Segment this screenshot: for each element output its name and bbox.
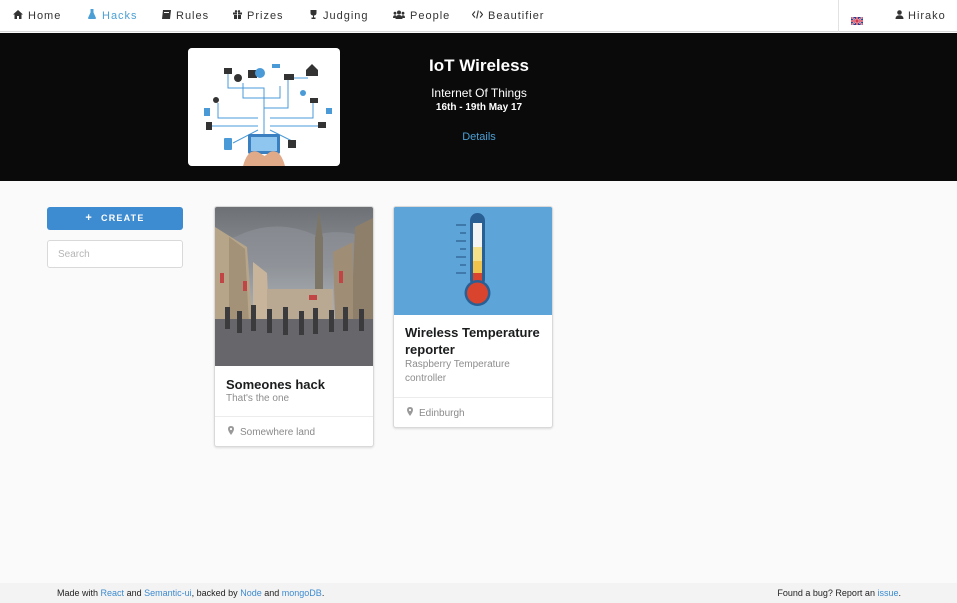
footer-text: and [126, 588, 142, 598]
nav-prizes-label: Prizes [247, 10, 284, 22]
nav-prizes[interactable]: Prizes [232, 0, 284, 32]
footer-text: and [264, 588, 280, 598]
footer-text: Made with [57, 588, 99, 598]
search-input[interactable] [47, 240, 183, 268]
hack-description: Raspberry Temperature controller [405, 359, 510, 384]
menu-divider [838, 0, 839, 32]
hack-location: Somewhere land [215, 416, 373, 446]
create-button[interactable]: + CREATE [47, 207, 183, 230]
trophy-icon [308, 0, 318, 32]
top-menu: Home Hacks Rules Prizes Judging People B… [0, 0, 957, 32]
nav-hacks[interactable]: Hacks [87, 0, 138, 32]
mongodb-link[interactable]: mongoDB [282, 588, 322, 598]
event-subtitle: Internet Of Things [431, 86, 527, 100]
nav-judging-label: Judging [323, 10, 369, 22]
nav-people[interactable]: People [393, 0, 450, 32]
hack-title[interactable]: Wireless Temperature reporter [405, 324, 545, 358]
map-pin-icon [407, 398, 413, 427]
code-icon [471, 0, 484, 32]
footer-bug-report: Found a bug? Report an issue. [777, 583, 901, 603]
iot-illustration [188, 48, 340, 166]
nav-rules-label: Rules [176, 10, 210, 22]
gift-icon [232, 0, 242, 32]
nav-hacks-label: Hacks [102, 10, 138, 22]
nav-beautifier[interactable]: Beautifier [471, 0, 545, 32]
hack-image-street [215, 207, 373, 366]
user-icon [894, 0, 904, 32]
hack-location-label: Somewhere land [240, 427, 316, 438]
user-menu[interactable]: Hirako [894, 0, 946, 32]
react-link[interactable]: React [101, 588, 125, 598]
users-icon [393, 0, 405, 32]
footer-text: , backed by [191, 588, 238, 598]
home-icon [13, 0, 23, 32]
hack-location-label: Edinburgh [419, 408, 465, 419]
footer-text: . [321, 588, 325, 598]
nav-beautifier-label: Beautifier [488, 10, 545, 22]
footer-text: Found a bug? Report an [777, 588, 875, 598]
hack-card[interactable]: Wireless Temperature reporter Raspberry … [393, 206, 553, 428]
hack-description: That's the one [226, 393, 290, 404]
nav-rules[interactable]: Rules [161, 0, 209, 32]
hack-title[interactable]: Someones hack [226, 376, 366, 393]
details-link[interactable]: Details [379, 131, 579, 143]
flask-icon [87, 0, 97, 32]
map-pin-icon [228, 417, 234, 446]
event-dates: 16th - 19th May 17 [435, 102, 523, 113]
nav-judging[interactable]: Judging [308, 0, 369, 32]
book-icon [161, 0, 171, 32]
node-link[interactable]: Node [240, 588, 262, 598]
hack-card[interactable]: Someones hack That's the one Somewhere l… [214, 206, 374, 447]
user-name: Hirako [908, 10, 946, 22]
footer-credits: Made with React and Semantic-ui, backed … [57, 583, 324, 603]
semantic-ui-link[interactable]: Semantic-ui [144, 588, 192, 598]
hack-location: Edinburgh [394, 397, 552, 427]
uk-flag-icon[interactable] [850, 12, 864, 26]
nav-home-label: Home [28, 10, 62, 22]
event-title: IoT Wireless [429, 56, 529, 75]
nav-home[interactable]: Home [13, 0, 61, 32]
event-banner: IoT Wireless Internet Of Things 16th - 1… [0, 33, 957, 181]
footer-text: . [898, 588, 901, 598]
issue-link[interactable]: issue [877, 588, 898, 598]
nav-people-label: People [410, 10, 451, 22]
footer: Made with React and Semantic-ui, backed … [0, 583, 957, 603]
plus-icon: + [85, 212, 94, 224]
create-button-label: CREATE [101, 213, 145, 223]
thermometer-image [394, 207, 552, 315]
